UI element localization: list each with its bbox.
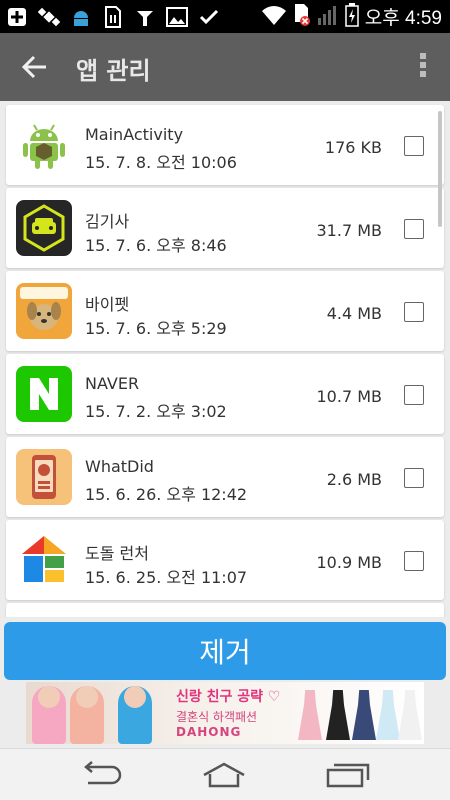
ad-banner[interactable]: 신랑 친구 공략 ♡ 결혼식 하객패션 DAHONG (26, 682, 424, 744)
plus-icon (6, 6, 28, 28)
app-name: NAVER (85, 374, 140, 393)
wifi-icon (261, 4, 287, 30)
remove-button[interactable]: 제거 (4, 622, 446, 680)
app-name: MainActivity (85, 125, 184, 144)
list-item[interactable]: 바이펫 15. 7. 6. 오후 5:29 4.4 MB (6, 271, 444, 351)
list-item[interactable]: 김기사 15. 7. 6. 오후 8:46 31.7 MB (6, 188, 444, 268)
app-name: 바이펫 (85, 295, 130, 314)
select-checkbox[interactable] (404, 551, 424, 571)
ad-headline: 신랑 친구 공략 ♡ (176, 689, 281, 705)
bypet-dog-icon (16, 283, 72, 339)
select-checkbox[interactable] (404, 302, 424, 322)
satellite-icon (38, 6, 60, 28)
select-checkbox[interactable] (404, 136, 424, 156)
naver-n-icon (16, 366, 72, 422)
app-date: 15. 7. 2. 오후 3:02 (85, 402, 227, 421)
list-item[interactable]: WhatDid 15. 6. 26. 오후 12:42 2.6 MB (6, 437, 444, 517)
page-title: 앱 관리 (76, 57, 151, 85)
ad-subline: 결혼식 하객패션 (176, 710, 258, 724)
nav-back-icon[interactable] (78, 761, 126, 789)
list-item[interactable] (6, 603, 444, 617)
kimgisa-car-icon (16, 200, 72, 256)
system-nav-bar (0, 748, 450, 800)
status-time: 오후 4:59 (364, 8, 442, 29)
sim-icon (102, 5, 124, 28)
app-date: 15. 6. 25. 오전 11:07 (85, 568, 248, 587)
select-checkbox[interactable] (404, 219, 424, 239)
app-date: 15. 7. 6. 오후 5:29 (85, 319, 227, 338)
app-size: 176 KB (324, 138, 382, 157)
app-list[interactable]: MainActivity 15. 7. 8. 오전 10:06 176 KB 김… (0, 101, 450, 617)
app-date: 15. 7. 8. 오전 10:06 (85, 153, 237, 172)
app-date: 15. 6. 26. 오후 12:42 (85, 485, 248, 504)
status-bar: 오후 4:59 (0, 0, 450, 33)
whatdid-phone-icon (16, 449, 72, 505)
nav-recents-icon[interactable] (324, 761, 372, 789)
app-size: 10.9 MB (316, 553, 383, 572)
image-icon (166, 6, 188, 28)
android-robot-icon (16, 117, 72, 173)
arrow-left-icon[interactable] (20, 53, 50, 81)
usb-icon (134, 6, 156, 28)
select-checkbox[interactable] (404, 468, 424, 488)
app-size: 31.7 MB (316, 221, 383, 240)
list-item[interactable]: MainActivity 15. 7. 8. 오전 10:06 176 KB (6, 105, 444, 185)
app-name: 도돌 런처 (85, 544, 149, 563)
app-name: 김기사 (85, 212, 130, 231)
app-bar: 앱 관리 (0, 33, 450, 101)
app-size: 2.6 MB (326, 470, 382, 489)
app-date: 15. 7. 6. 오후 8:46 (85, 236, 227, 255)
select-checkbox[interactable] (404, 385, 424, 405)
check-icon (198, 6, 220, 28)
app-name: WhatDid (85, 457, 154, 476)
list-item[interactable]: NAVER 15. 7. 2. 오후 3:02 10.7 MB (6, 354, 444, 434)
ad-brand: DAHONG (176, 725, 242, 739)
app-size: 10.7 MB (316, 387, 383, 406)
more-vert-icon[interactable] (418, 53, 428, 81)
signal-icon (317, 4, 339, 30)
sim-error-icon (293, 3, 311, 31)
nav-home-icon[interactable] (200, 761, 248, 789)
android-icon (70, 6, 92, 28)
list-item[interactable]: 도돌 런처 15. 6. 25. 오전 11:07 10.9 MB (6, 520, 444, 600)
app-size: 4.4 MB (326, 304, 382, 323)
battery-icon (345, 2, 359, 31)
list-scrollbar[interactable] (438, 111, 442, 227)
dodol-launcher-icon (16, 532, 72, 588)
